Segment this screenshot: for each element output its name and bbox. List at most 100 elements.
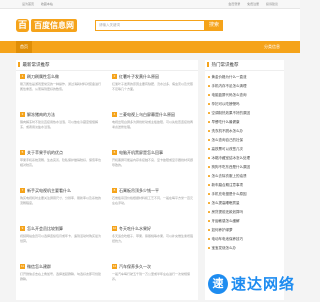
- article-number: 10: [112, 226, 117, 232]
- search-button[interactable]: 搜索: [205, 20, 223, 31]
- hot-list-item[interactable]: 空调制热效果不好的原因: [208, 110, 282, 116]
- hot-list-item[interactable]: 怎么去除衣服上的油渍: [208, 173, 282, 179]
- hot-list-item[interactable]: 如何养护绿萝: [208, 227, 282, 233]
- hot-item-label[interactable]: 高铁票可以改签几次: [212, 147, 244, 151]
- article-card[interactable]: 4 三菱电视上乌白屏幕是什么原因 电视出现白屏多为屏线松动或主板故障，可以先检查连接…: [110, 112, 196, 150]
- article-title[interactable]: 10 冬天吃什么水果好: [112, 226, 196, 232]
- hot-list-item[interactable]: 孕妇可以吃螃蟹吗: [208, 101, 282, 107]
- hot-item-label[interactable]: 早餐吃什么最健康: [212, 120, 240, 124]
- bookmark-link[interactable]: 收藏本站: [41, 2, 53, 6]
- article-title-text[interactable]: 电脑开机黑屏是怎么回事: [119, 150, 163, 155]
- article-title-text[interactable]: 关于苹果手机的优点: [27, 150, 63, 155]
- nav-home[interactable]: 首页: [16, 41, 32, 53]
- article-title[interactable]: 12 汽车保养多久一次: [112, 264, 196, 270]
- hot-item-label[interactable]: 怎么去除衣服上的油渍: [212, 174, 247, 178]
- article-title-text[interactable]: 解冻猪肉的方法: [27, 112, 55, 117]
- article-card[interactable]: 8 石膏板吊顶多少钱一平 石膏板吊顶价格根据材料和工艺不同，一般在每平方米一百元左右…: [110, 188, 196, 226]
- hot-list-item[interactable]: 房贷提前还款划算吗: [208, 209, 282, 215]
- feedback-link[interactable]: 投诉建议: [266, 2, 278, 6]
- hot-item-label[interactable]: 牙齿敏感怎么缓解: [212, 219, 240, 223]
- article-title[interactable]: 5 关于苹果手机的优点: [20, 150, 104, 156]
- main-nav: 首页 分类信息: [0, 41, 300, 53]
- article-card[interactable]: 5 关于苹果手机的优点 苹果手机系统流畅，生态完善，隐私保护做得较好，保值率也相对较…: [18, 150, 104, 188]
- article-title[interactable]: 8 石膏板吊顶多少钱一平: [112, 188, 196, 194]
- hot-list-item[interactable]: 高铁票可以改签几次: [208, 146, 282, 152]
- search-input[interactable]: 请输入关键词: [95, 20, 205, 31]
- hot-item-label[interactable]: 孕妇可以吃螃蟹吗: [212, 102, 240, 106]
- login-link[interactable]: 会员登录: [228, 2, 240, 6]
- article-card[interactable]: 9 怎么开会员比较划算 视频网站会员可以选择连续包月或年卡，遇到活动时购买最为划算。: [18, 226, 104, 264]
- hot-item-label[interactable]: 电脑蓝屏代码怎么查询: [212, 93, 247, 97]
- register-link[interactable]: 免费注册: [247, 2, 259, 6]
- accent-bar: [18, 62, 20, 68]
- article-card[interactable]: 12 汽车保养多久一次 一般汽车每行驶五千到一万公里或半年左右进行一次常规保养。: [110, 264, 196, 302]
- hot-item-label[interactable]: 宝宝发烧怎么办: [212, 246, 237, 250]
- article-title[interactable]: 2 红薯叶子发黄什么原因: [112, 74, 196, 80]
- article-title[interactable]: 7 新手买电视机主要看什么: [20, 188, 104, 194]
- hot-item-label[interactable]: 冰箱冷藏室结冰怎么处理: [212, 156, 251, 160]
- hot-item-label[interactable]: 洗衣机不脱水怎么办: [212, 129, 244, 133]
- hot-item-label[interactable]: 黄金价格为什么一直涨: [212, 75, 247, 79]
- article-card[interactable]: 2 红薯叶子发黄什么原因 红薯叶子发黄的原因主要有缺肥、浇水过多、病虫害以及光照不足…: [110, 74, 196, 112]
- article-title-text[interactable]: 新手买电视机主要看什么: [27, 188, 71, 193]
- hot-panel-title: 热门常识推荐: [211, 62, 239, 67]
- article-card[interactable]: 7 新手买电视机主要看什么 购买电视机时主要关注屏幕尺寸、分辨率、刷新率以及系统的流…: [18, 188, 104, 226]
- article-title-text[interactable]: 冬天吃什么水果好: [119, 226, 151, 231]
- bullet-icon: [208, 202, 210, 204]
- article-title-text[interactable]: 微信怎么建群: [27, 264, 51, 269]
- hot-item-label[interactable]: 狗狗不吃东西是什么原因: [212, 165, 251, 169]
- hot-item-label[interactable]: 怎么提高睡眠质量: [212, 201, 240, 205]
- article-number: 9: [20, 226, 25, 232]
- article-title[interactable]: 4 三菱电视上乌白屏幕是什么原因: [112, 112, 196, 118]
- hot-list-item[interactable]: 手机内存不足怎么清理: [208, 83, 282, 89]
- article-card[interactable]: 11 微信怎么建群 打开微信点击右上角加号，选择发起群聊，勾选好友即可创建群聊。: [18, 264, 104, 302]
- set-homepage-link[interactable]: 设为首页: [22, 2, 34, 6]
- article-title-text[interactable]: 红薯叶子发黄什么原因: [119, 74, 159, 79]
- article-card[interactable]: 3 解冻猪肉的方法 猪肉解冻时不建议直接用热水浸泡，可以放在冷藏室慢慢解冻，或者用淡…: [18, 112, 104, 150]
- hot-list-item[interactable]: 洗衣机不脱水怎么办: [208, 128, 282, 134]
- hot-list-item[interactable]: 狗狗不吃东西是什么原因: [208, 164, 282, 170]
- bullet-icon: [208, 175, 210, 177]
- site-logo[interactable]: 百 百度信息网: [16, 19, 77, 32]
- hot-list-item[interactable]: 冰箱冷藏室结冰怎么处理: [208, 155, 282, 161]
- article-title-text[interactable]: 怎么开会员比较划算: [27, 226, 63, 231]
- bullet-icon: [208, 148, 210, 150]
- article-title[interactable]: 9 怎么开会员比较划算: [20, 226, 104, 232]
- hot-item-label[interactable]: 手机充电慢是什么原因: [212, 192, 247, 196]
- hot-panel: 热门常识推荐 黄金价格为什么一直涨 手机内存不足怎么清理 电脑蓝屏代码怎么查询 孕妇可…: [205, 60, 284, 300]
- hot-list-item[interactable]: 电动车电池保养技巧: [208, 236, 282, 242]
- article-title-text[interactable]: 石膏板吊顶多少钱一平: [119, 188, 159, 193]
- article-title-text[interactable]: 刷刀刷属性怎么做: [27, 74, 59, 79]
- hot-item-label[interactable]: 新车磨合期注意事项: [212, 183, 244, 187]
- article-card[interactable]: 10 冬天吃什么水果好 冬天适合吃橙子、苹果、猕猴桃等水果，可以补充维生素增强抵抗力…: [110, 226, 196, 264]
- article-summary: 一般汽车每行驶五千到一万公里或半年左右进行一次常规保养。: [112, 272, 191, 281]
- article-title[interactable]: 1 刷刀刷属性怎么做: [20, 74, 104, 80]
- hot-list-item[interactable]: 黄金价格为什么一直涨: [208, 74, 282, 80]
- article-title[interactable]: 3 解冻猪肉的方法: [20, 112, 104, 118]
- nav-category-link[interactable]: 分类信息: [260, 43, 284, 51]
- hot-list-item[interactable]: 早餐吃什么最健康: [208, 119, 282, 125]
- hot-list-item[interactable]: 怎么查询自己的社保: [208, 137, 282, 143]
- hot-list-item[interactable]: 手机充电慢是什么原因: [208, 191, 282, 197]
- article-summary: 购买电视机时主要关注屏幕尺寸、分辨率、刷新率以及系统的流畅程度。: [20, 196, 102, 205]
- hot-item-label[interactable]: 手机内存不足怎么清理: [212, 84, 247, 88]
- hot-item-label[interactable]: 怎么查询自己的社保: [212, 138, 244, 142]
- article-title-text[interactable]: 汽车保养多久一次: [119, 264, 151, 269]
- top-bar-left: 设为首页 收藏本站: [22, 0, 59, 8]
- article-title-text[interactable]: 三菱电视上乌白屏幕是什么原因: [119, 112, 175, 117]
- article-title[interactable]: 6 电脑开机黑屏是怎么回事: [112, 150, 196, 156]
- latest-panel-header: 最新常识推荐: [16, 60, 198, 71]
- article-card[interactable]: 6 电脑开机黑屏是怎么回事 开机黑屏可能是内存条接触不良、显卡故障或显示器线材问题导…: [110, 150, 196, 188]
- article-number: 12: [112, 264, 117, 270]
- article-card[interactable]: 1 刷刀刷属性怎么做 刷刀属性是游戏里常见的一种操作，通过消耗材料对装备进行属性重置…: [18, 74, 104, 112]
- hot-item-label[interactable]: 房贷提前还款划算吗: [212, 210, 244, 214]
- hot-item-label[interactable]: 电动车电池保养技巧: [212, 237, 244, 241]
- article-title[interactable]: 11 微信怎么建群: [20, 264, 104, 270]
- hot-item-label[interactable]: 如何养护绿萝: [212, 228, 233, 232]
- hot-list-item[interactable]: 宝宝发烧怎么办: [208, 245, 282, 251]
- hot-list-item[interactable]: 怎么提高睡眠质量: [208, 200, 282, 206]
- hot-item-label[interactable]: 空调制热效果不好的原因: [212, 111, 251, 115]
- hot-list-item[interactable]: 电脑蓝屏代码怎么查询: [208, 92, 282, 98]
- hot-list-item[interactable]: 牙齿敏感怎么缓解: [208, 218, 282, 224]
- hot-list-item[interactable]: 新车磨合期注意事项: [208, 182, 282, 188]
